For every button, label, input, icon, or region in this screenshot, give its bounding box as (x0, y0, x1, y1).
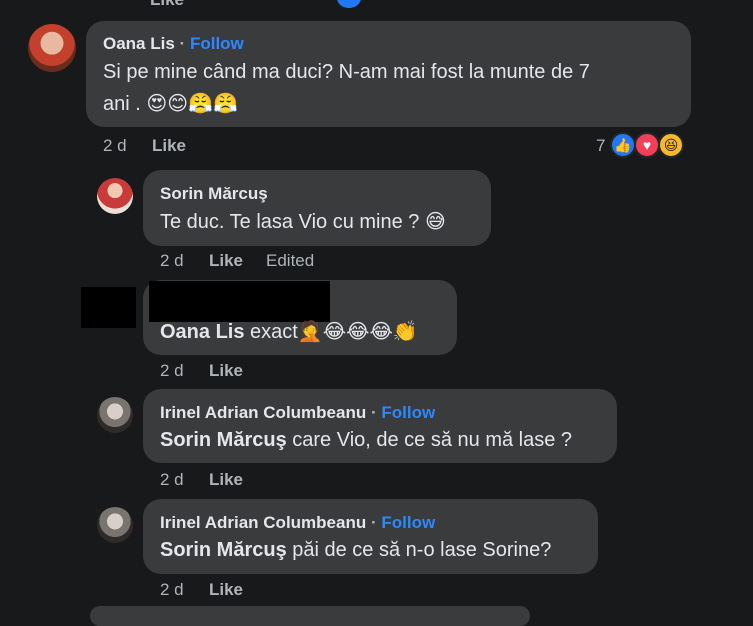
comment-text-line2: ani . 😍😊😤😤 (103, 91, 238, 115)
haha-icon: 😆 (658, 132, 684, 158)
reaction-count[interactable]: 7 (596, 136, 605, 156)
like-button[interactable]: Like (152, 136, 186, 156)
mention[interactable]: Sorin Mărcuş (160, 429, 287, 451)
comment-time[interactable]: 2 d (160, 361, 184, 381)
comment-author[interactable]: Oana Lis · Follow (103, 34, 244, 54)
redacted-avatar (81, 287, 136, 328)
emoji-group: 😍😊😤😤 (146, 91, 238, 115)
emoji-group: 😅 (424, 209, 446, 233)
mention[interactable]: Sorin Mărcuş (160, 539, 287, 561)
love-icon: ♥ (634, 132, 660, 158)
avatar[interactable] (97, 178, 133, 214)
comment-text: Sorin Mărcuş care Vio, de ce să nu mă la… (160, 429, 573, 451)
comment-text: Oana Lis exact🤦😂😂😂👏 (160, 319, 418, 343)
comment-author[interactable]: Irinel Adrian Columbeanu · Follow (160, 403, 435, 423)
follow-button[interactable]: Follow (190, 34, 244, 53)
like-button[interactable]: Like (209, 470, 243, 490)
comment-bubble-partial (90, 606, 530, 626)
comment-text: Te duc. Te lasa Vio cu mine ? 😅 (160, 209, 446, 233)
previous-reaction-icon (337, 0, 361, 8)
emoji-group: 🤦😂😂😂👏 (297, 319, 418, 343)
like-button[interactable]: Like (209, 580, 243, 600)
mention[interactable]: Oana Lis (160, 321, 244, 343)
avatar[interactable] (28, 24, 76, 72)
avatar[interactable] (97, 397, 133, 433)
like-icon: 👍 (610, 132, 636, 158)
follow-button[interactable]: Follow (381, 403, 435, 422)
comment-text: Si pe mine când ma duci? N-am mai fost l… (103, 61, 590, 83)
comment-time[interactable]: 2 d (103, 136, 127, 156)
comment-time[interactable]: 2 d (160, 251, 184, 271)
like-button[interactable]: Like (209, 361, 243, 381)
comment-author[interactable]: Sorin Mărcuş (160, 184, 268, 204)
like-button[interactable]: Like (209, 251, 243, 271)
comment-text: Sorin Mărcuş păi de ce să n-o lase Sorin… (160, 539, 552, 561)
comment-author[interactable]: Irinel Adrian Columbeanu · Follow (160, 513, 435, 533)
follow-button[interactable]: Follow (381, 513, 435, 532)
previous-comment-like-fragment: Like (150, 0, 184, 10)
comment-time[interactable]: 2 d (160, 580, 184, 600)
comment-time[interactable]: 2 d (160, 470, 184, 490)
avatar[interactable] (97, 507, 133, 543)
edited-label[interactable]: Edited (266, 251, 314, 271)
